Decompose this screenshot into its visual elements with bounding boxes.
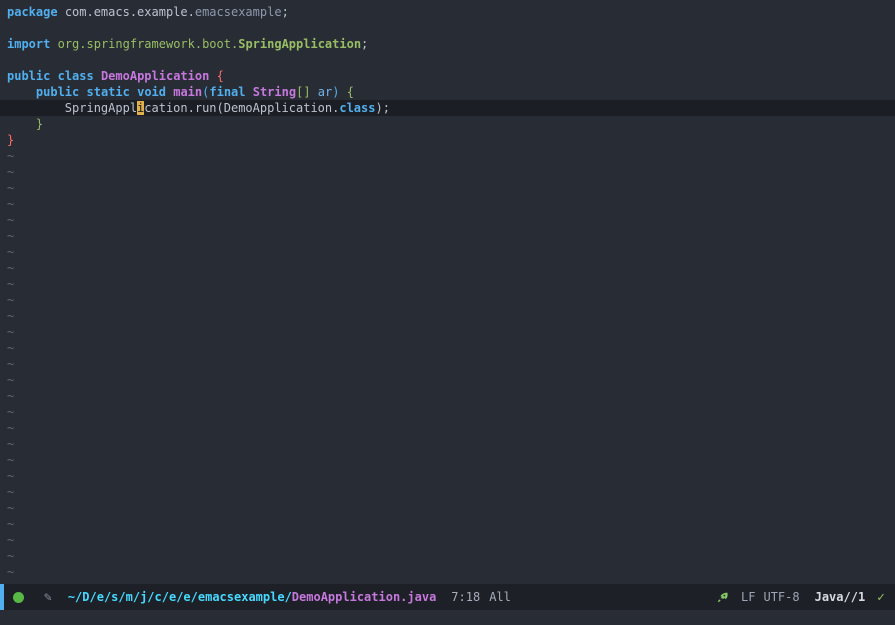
code-token: ; [361,37,369,51]
buffer-directory: ~/D/e/s/m/j/c/e/e/emacsexample/ [67,590,292,604]
code-token: public [7,69,51,83]
code-token: } [7,133,15,147]
code-line[interactable]: } [0,132,895,148]
code-token: com.emacs.example. [64,5,195,19]
code-token: DemoApplication [100,69,210,83]
code-token: import [7,37,51,51]
empty-line-marker: ~ [7,181,15,195]
code-token: } [35,117,44,131]
code-token: SpringAppl [64,101,138,115]
code-token: class [339,101,376,115]
emacs-window: package com.emacs.example.emacsexample; … [0,0,895,625]
empty-line-marker: ~ [7,501,15,515]
code-token: [] [296,85,311,99]
empty-line-marker: ~ [7,469,15,483]
code-line[interactable] [0,52,895,68]
empty-line-marker: ~ [7,293,15,307]
empty-line-marker: ~ [7,277,15,291]
empty-line-marker: ~ [7,389,15,403]
empty-line-marker: ~ [7,229,15,243]
code-token: ); [375,101,390,115]
code-line[interactable] [0,20,895,36]
code-area[interactable]: package com.emacs.example.emacsexample; … [0,4,895,148]
buffer-state-dot-icon [13,591,24,603]
code-token: { [346,85,354,99]
rocket-icon[interactable] [716,591,729,604]
modeline-accent-bar [0,584,4,610]
empty-line-marker: ~ [7,197,15,211]
empty-line-marker: ~ [7,309,15,323]
empty-line-marker: ~ [7,373,15,387]
empty-line-marker: ~ [7,213,15,227]
empty-line-marker: ~ [7,485,15,499]
code-token: package [7,5,58,19]
pencil-icon: ✎ [44,589,52,605]
code-token: SpringApplication [238,37,362,51]
code-token: emacsexample [194,5,282,19]
code-token: main [173,85,203,99]
empty-line-marker: ~ [7,437,15,451]
empty-line-marker: ~ [7,165,15,179]
code-token: void [137,85,166,99]
empty-line-marker: ~ [7,245,15,259]
code-line[interactable]: public class DemoApplication { [0,68,895,84]
empty-line-marker: ~ [7,341,15,355]
empty-line-marker: ~ [7,453,15,467]
code-line[interactable]: import org.springframework.boot.SpringAp… [0,36,895,52]
empty-line-marker: ~ [7,549,15,563]
code-token: final [209,85,246,99]
cursor-position[interactable]: 7:18 [451,590,480,604]
empty-line-marker: ~ [7,261,15,275]
code-line[interactable]: } [0,116,895,132]
code-token: ; [281,5,289,19]
empty-line-markers: ~ ~ ~ ~ ~ ~ ~ ~ ~ ~ ~ ~ ~ ~ ~ ~ ~ ~ ~ ~ ~ ~ ~ ~ ~ ~ ~ [0,148,895,580]
code-token: cation.run(DemoApplication. [144,101,340,115]
code-line[interactable]: package com.emacs.example.emacsexample; [0,4,895,20]
encoding-indicator[interactable]: UTF-8 [763,590,799,604]
code-token: { [216,69,224,83]
code-line[interactable]: public static void main(final String[] a… [0,84,895,100]
empty-line-marker: ~ [7,517,15,531]
code-token: ar [317,85,333,99]
empty-line-marker: ~ [7,533,15,547]
echo-area[interactable] [0,610,895,625]
empty-line-marker: ~ [7,149,15,163]
empty-line-marker: ~ [7,421,15,435]
code-token: public [35,85,80,99]
checker-ok-icon[interactable]: ✓ [877,590,885,605]
code-token: static [86,85,130,99]
code-token: class [57,69,94,83]
code-token: org.springframework.boot. [57,37,239,51]
modeline: ✎ ~/D/e/s/m/j/c/e/e/emacsexample/DemoApp… [0,584,895,610]
code-token: String [252,85,297,99]
code-editor[interactable]: package com.emacs.example.emacsexample; … [0,0,895,584]
buffer-filename: DemoApplication.java [291,590,437,604]
code-line[interactable]: SpringApplication.run(DemoApplication.cl… [0,100,895,116]
eol-indicator[interactable]: LF [741,590,755,604]
empty-line-marker: ~ [7,357,15,371]
empty-line-marker: ~ [7,325,15,339]
major-mode-indicator[interactable]: Java//1 [815,590,866,604]
empty-line-marker: ~ [7,405,15,419]
empty-line-marker: ~ [7,565,15,579]
buffer-path[interactable]: ~/D/e/s/m/j/c/e/e/emacsexample/DemoAppli… [68,590,436,604]
scroll-indicator[interactable]: All [489,590,511,604]
